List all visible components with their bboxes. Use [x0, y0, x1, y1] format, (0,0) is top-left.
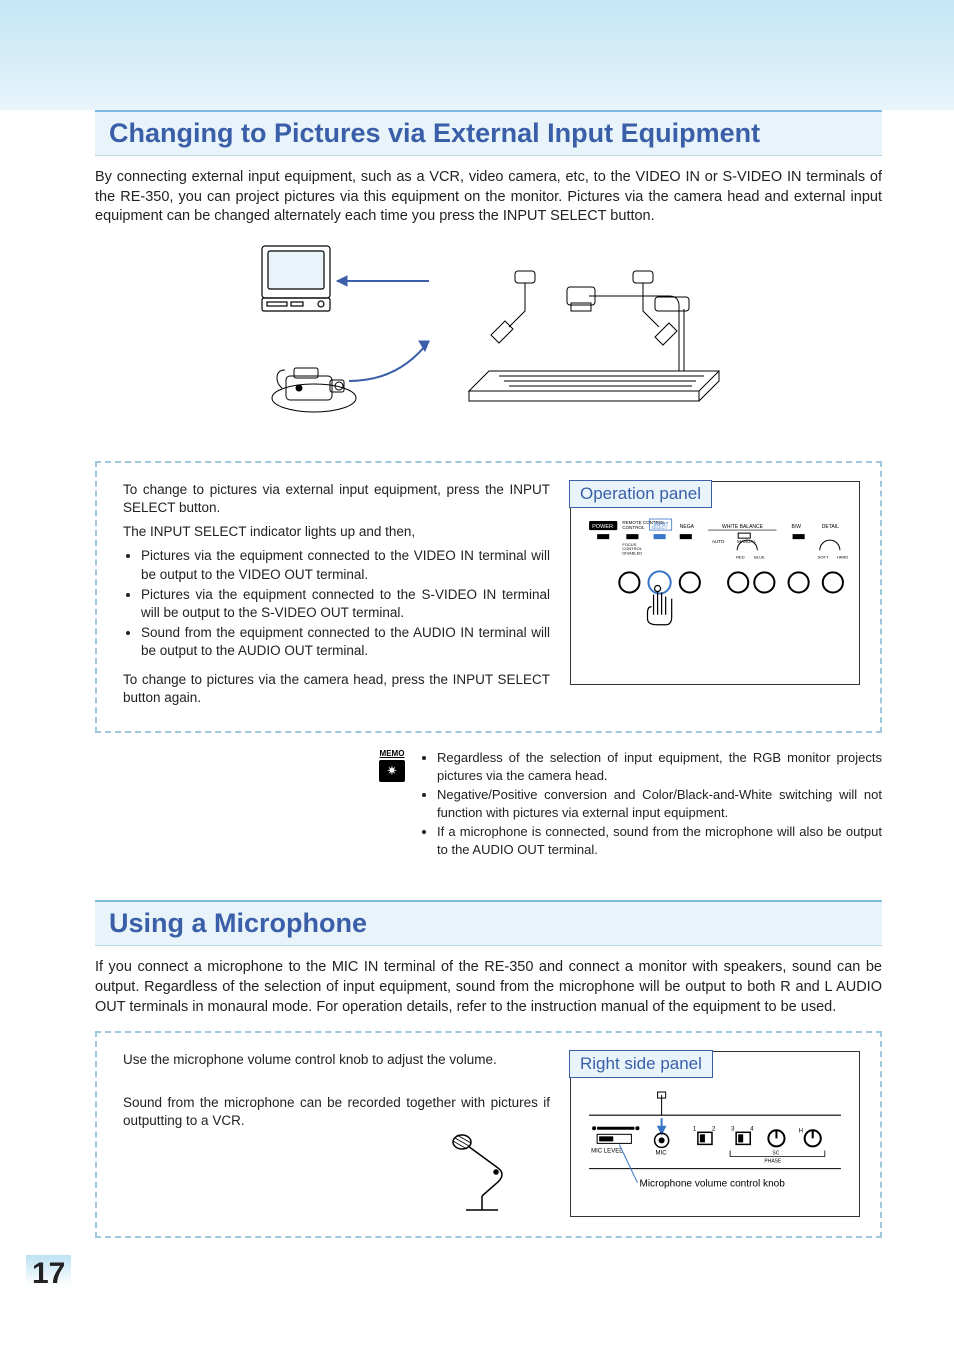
microphone-illustration [440, 1128, 550, 1218]
right-side-panel: Right side panel MIC LEVEL [570, 1051, 860, 1217]
mic-p2: Sound from the microphone can be recorde… [123, 1094, 550, 1130]
operation-panel-label: Operation panel [569, 480, 712, 508]
section1-intro: By connecting external input equipment, … [95, 168, 882, 227]
svg-text:MIC: MIC [656, 1151, 668, 1157]
page-number: 17 [26, 1255, 71, 1299]
svg-text:RED: RED [736, 554, 745, 559]
svg-text:AUTO: AUTO [712, 539, 725, 544]
section2-title: Using a Microphone [95, 900, 882, 946]
mic-p1: Use the microphone volume control knob t… [123, 1051, 550, 1069]
mic-knob-pointer: Microphone volume control knob [639, 1179, 785, 1190]
svg-text:PHASE: PHASE [764, 1159, 782, 1165]
instr-b1: Pictures via the equipment connected to … [141, 547, 550, 583]
right-side-panel-label: Right side panel [569, 1050, 713, 1078]
svg-text:MIC LEVEL: MIC LEVEL [591, 1149, 623, 1155]
memo-label: MEMO [375, 749, 409, 758]
memo-1: Regardless of the selection of input equ… [437, 749, 882, 784]
svg-text:DETAIL: DETAIL [822, 524, 839, 530]
svg-text:3: 3 [731, 1126, 735, 1132]
svg-text:WHITE BALANCE: WHITE BALANCE [722, 524, 764, 530]
memo-icon: ✷ [379, 760, 405, 782]
svg-text:1: 1 [693, 1126, 697, 1132]
svg-text:POWER: POWER [592, 524, 613, 530]
svg-text:SELECT: SELECT [652, 525, 668, 530]
memo-block: MEMO ✷ Regardless of the selection of in… [375, 749, 882, 860]
instr-b2: Pictures via the equipment connected to … [141, 586, 550, 622]
svg-text:B/W: B/W [792, 524, 802, 530]
instr-b3: Sound from the equipment connected to th… [141, 624, 550, 660]
operation-panel: Operation panel POWER POWER REMOTE CONTR… [570, 481, 860, 685]
svg-text:CONTROL: CONTROL [622, 525, 645, 530]
svg-text:HARD: HARD [837, 554, 848, 559]
instruction-box-1: To change to pictures via external input… [95, 461, 882, 733]
svg-text:SC: SC [772, 1151, 779, 1157]
connection-diagram [229, 241, 749, 441]
memo-2: Negative/Positive conversion and Color/B… [437, 786, 882, 821]
section2-intro: If you connect a microphone to the MIC I… [95, 958, 882, 1017]
svg-text:NEGA: NEGA [680, 524, 695, 530]
svg-text:2: 2 [712, 1126, 716, 1132]
svg-text:DISABLED: DISABLED [622, 550, 642, 555]
top-banner [0, 0, 954, 110]
svg-text:BLUE: BLUE [754, 554, 765, 559]
instr-p2: The INPUT SELECT indicator lights up and… [123, 523, 550, 541]
instr-p3: To change to pictures via the camera hea… [123, 671, 550, 707]
instruction-box-2: Use the microphone volume control knob t… [95, 1031, 882, 1238]
svg-text:4: 4 [750, 1126, 754, 1132]
memo-3: If a microphone is connected, sound from… [437, 823, 882, 858]
instr-p1: To change to pictures via external input… [123, 481, 550, 517]
section1-title: Changing to Pictures via External Input … [95, 110, 882, 156]
svg-text:SOFT: SOFT [818, 554, 829, 559]
svg-text:H: H [799, 1128, 803, 1134]
